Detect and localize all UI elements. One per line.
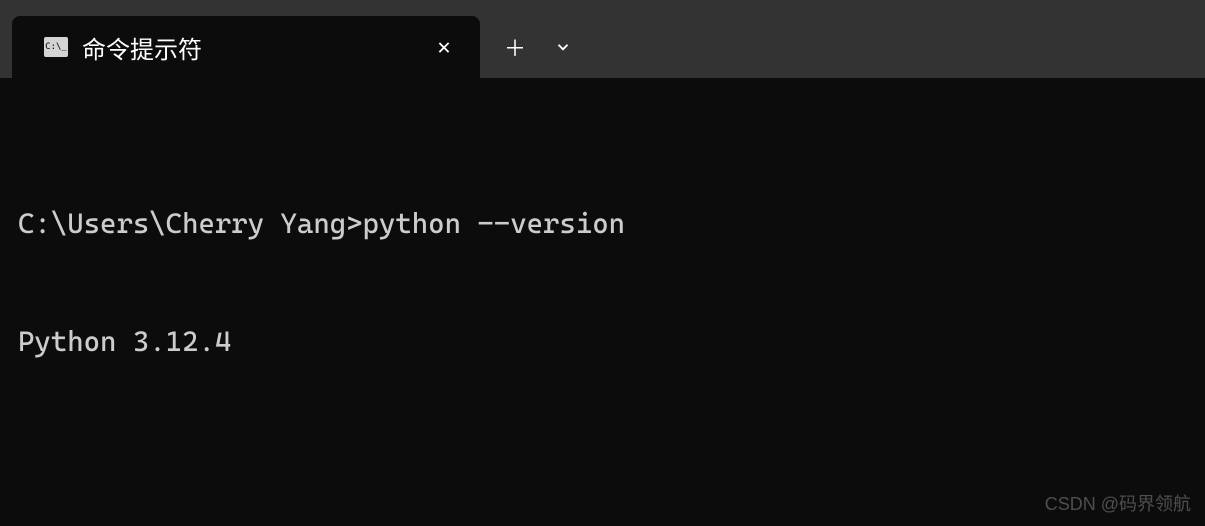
terminal-window: C:\_ 命令提示符 ✕ ＋ C:\Users\Cherry Yang>pyth…	[0, 0, 1205, 526]
terminal-line: C:\Users\Cherry Yang>python --version	[18, 204, 1187, 243]
cmd-icon: C:\_	[44, 37, 68, 57]
prompt: C:\Users\Cherry Yang>	[18, 207, 363, 240]
terminal-output: Python 3.12.4	[18, 322, 1187, 361]
close-icon[interactable]: ✕	[428, 31, 460, 63]
titlebar-actions: ＋	[480, 16, 598, 78]
tab-dropdown-button[interactable]	[540, 24, 586, 70]
tab-title: 命令提示符	[82, 30, 428, 65]
terminal-blank	[18, 440, 1187, 479]
tab-active[interactable]: C:\_ 命令提示符 ✕	[12, 16, 480, 78]
command: python --version	[363, 207, 626, 240]
watermark: CSDN @码界领航	[1045, 490, 1191, 516]
titlebar: C:\_ 命令提示符 ✕ ＋	[0, 0, 1205, 78]
terminal-body[interactable]: C:\Users\Cherry Yang>python --version Py…	[0, 78, 1205, 526]
new-tab-button[interactable]: ＋	[492, 24, 538, 70]
